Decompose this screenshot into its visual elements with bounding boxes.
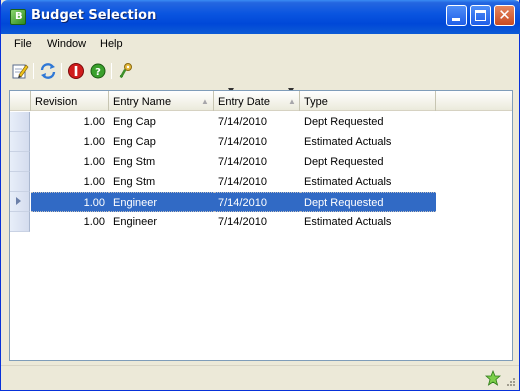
table-row[interactable]: 1.00 Engineer 7/14/2010 Estimated Actual… — [10, 212, 512, 232]
row-selector[interactable] — [10, 112, 30, 132]
cell-type: Estimated Actuals — [304, 136, 392, 148]
table-row[interactable]: 1.00 Eng Stm 7/14/2010 Estimated Actuals — [10, 172, 512, 192]
help-icon[interactable]: ? — [89, 62, 107, 80]
menu-help[interactable]: Help — [100, 38, 123, 50]
resize-grip-icon[interactable] — [504, 376, 516, 388]
sort-ascending-icon: ▲ — [288, 97, 296, 106]
cell-entry-name: Eng Cap — [113, 136, 156, 148]
close-button[interactable]: ✕ — [494, 5, 515, 26]
row-header-corner — [10, 91, 31, 111]
current-row-icon — [16, 197, 21, 205]
minimize-icon — [452, 18, 460, 21]
app-icon-letter: B — [15, 11, 23, 22]
column-header-entry-date[interactable]: Entry Date ▲ — [214, 91, 300, 111]
table-row-selected[interactable]: 1.00 Engineer 7/14/2010 Dept Requested — [10, 192, 512, 212]
cell-revision: 1.00 — [83, 136, 105, 148]
cell-revision: 1.00 — [83, 216, 105, 228]
sort-ascending-icon: ▲ — [201, 97, 209, 106]
maximize-button[interactable] — [470, 5, 491, 26]
row-selector[interactable] — [10, 192, 30, 212]
cell-type: Dept Requested — [304, 156, 384, 168]
column-header-label: Entry Name — [113, 96, 172, 108]
cell-entry-name: Eng Stm — [113, 156, 156, 168]
menu-window[interactable]: Window — [47, 38, 86, 50]
toolbar-separator — [33, 63, 34, 79]
menu-file[interactable]: File — [14, 38, 32, 50]
toolbar-separator — [61, 63, 62, 79]
column-header-label: Revision — [35, 96, 78, 108]
cell-revision: 1.00 — [31, 192, 109, 212]
cell-revision: 1.00 — [83, 176, 105, 188]
budget-selection-window: B Budget Selection ✕ File Window Help ? … — [0, 0, 520, 391]
column-header-revision[interactable]: Revision — [31, 91, 109, 111]
grid-header: Revision Entry Name ▲ Entry Date ▲ Type — [10, 91, 512, 111]
close-icon: ✕ — [498, 6, 511, 24]
toolbar: ? — [1, 56, 519, 86]
app-icon: B — [10, 9, 26, 25]
column-header-label: Type — [304, 96, 328, 108]
cell-entry-name: Engineer — [113, 216, 158, 228]
row-selector[interactable] — [10, 132, 30, 152]
minimize-button[interactable] — [446, 5, 467, 26]
column-header-type[interactable]: Type — [300, 91, 436, 111]
key-icon[interactable] — [117, 62, 135, 80]
cell-entry-name: Eng Stm — [113, 176, 156, 188]
maximize-icon — [475, 10, 486, 21]
stop-icon[interactable] — [67, 62, 85, 80]
cell-entry-name: Eng Cap — [113, 116, 156, 128]
title-bar[interactable]: B Budget Selection ✕ — [1, 0, 520, 34]
cell-entry-date: 7/14/2010 — [218, 216, 267, 228]
cell-entry-date: 7/14/2010 — [214, 192, 300, 212]
refresh-icon[interactable] — [39, 62, 57, 80]
cell-entry-date: 7/14/2010 — [218, 156, 267, 168]
cell-revision: 1.00 — [83, 116, 105, 128]
cell-entry-date: 7/14/2010 — [218, 176, 267, 188]
window-title: Budget Selection — [31, 8, 157, 23]
cell-entry-date: 7/14/2010 — [218, 116, 267, 128]
edit-icon[interactable] — [11, 62, 29, 80]
menu-bar: File Window Help — [1, 34, 519, 56]
column-header-label: Entry Date — [218, 96, 270, 108]
row-selector[interactable] — [10, 152, 30, 172]
budget-grid[interactable]: Revision Entry Name ▲ Entry Date ▲ Type … — [9, 90, 513, 361]
table-row[interactable]: 1.00 Eng Cap 7/14/2010 Estimated Actuals — [10, 132, 512, 152]
status-bar — [1, 365, 519, 390]
cell-entry-date: 7/14/2010 — [218, 136, 267, 148]
table-row[interactable]: 1.00 Eng Cap 7/14/2010 Dept Requested — [10, 112, 512, 132]
svg-text:?: ? — [95, 67, 101, 78]
toolbar-separator — [111, 63, 112, 79]
cell-entry-name: Engineer — [109, 192, 214, 212]
column-header-entry-name[interactable]: Entry Name ▲ — [109, 91, 214, 111]
cell-type: Estimated Actuals — [304, 176, 392, 188]
cell-type: Dept Requested — [304, 116, 384, 128]
row-selector[interactable] — [10, 212, 30, 232]
cell-type: Estimated Actuals — [304, 216, 392, 228]
cell-revision: 1.00 — [83, 156, 105, 168]
cell-type: Dept Requested — [300, 192, 436, 212]
star-icon[interactable] — [484, 369, 502, 386]
row-selector[interactable] — [10, 172, 30, 192]
table-row[interactable]: 1.00 Eng Stm 7/14/2010 Dept Requested — [10, 152, 512, 172]
